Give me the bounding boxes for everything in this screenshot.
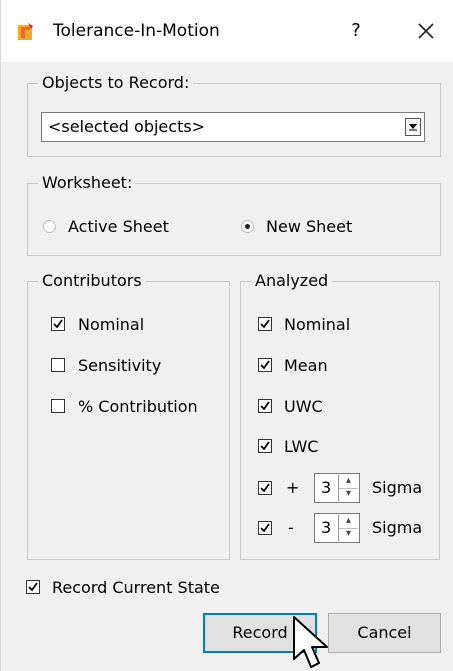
contributors-sensitivity-label[interactable]: Sensitivity (78, 356, 161, 376)
contributors-nominal-checkbox[interactable] (51, 317, 65, 331)
objects-to-record-legend: Objects to Record: (38, 73, 194, 93)
objects-combo[interactable]: <selected objects> (41, 112, 425, 142)
analyzed-uwc-checkbox[interactable] (258, 399, 272, 413)
contributors-contribution-checkbox[interactable] (51, 399, 65, 413)
analyzed-lwc-checkbox[interactable] (258, 439, 272, 453)
chevron-down-icon (409, 124, 417, 131)
close-button[interactable] (409, 16, 443, 46)
tolerance-app-icon (18, 23, 33, 40)
record-current-state-label[interactable]: Record Current State (52, 578, 220, 598)
cancel-button[interactable]: Cancel (328, 613, 441, 653)
checkmark-icon (260, 483, 270, 493)
plus-sigma-value[interactable]: 3 (321, 478, 331, 498)
record-current-state-checkbox[interactable] (26, 580, 40, 594)
mouse-pointer-icon (293, 616, 328, 668)
analyzed-nominal-checkbox[interactable] (258, 317, 272, 331)
plus-sigma-label: Sigma (372, 478, 423, 497)
contributors-sensitivity-checkbox[interactable] (51, 358, 65, 372)
analyzed-uwc-label[interactable]: UWC (284, 397, 323, 417)
contributors-contribution-label[interactable]: % Contribution (78, 397, 198, 417)
active-sheet-radio[interactable] (43, 220, 56, 233)
analyzed-lwc-label[interactable]: LWC (284, 437, 318, 457)
checkmark-icon (260, 319, 270, 329)
checkmark-icon (260, 441, 270, 451)
analyzed-mean-checkbox[interactable] (258, 358, 272, 372)
checkmark-icon (260, 523, 270, 533)
minus-sigma-spin-buttons: ▴ ▾ (338, 515, 358, 541)
plus-sigma-spin-buttons: ▴ ▾ (338, 475, 358, 501)
title-bar: Tolerance-In-Motion ? (1, 0, 453, 62)
checkmark-icon (53, 319, 63, 329)
minus-sigma-value[interactable]: 3 (321, 518, 331, 538)
minus-sigma-checkbox[interactable] (258, 521, 272, 535)
contributors-legend: Contributors (38, 271, 146, 291)
analyzed-nominal-label[interactable]: Nominal (284, 315, 350, 335)
minus-sign-label: - (288, 518, 294, 537)
analyzed-legend: Analyzed (251, 271, 333, 291)
new-sheet-label[interactable]: New Sheet (266, 217, 352, 237)
active-sheet-label[interactable]: Active Sheet (68, 217, 169, 237)
new-sheet-radio[interactable] (241, 220, 254, 233)
close-icon (418, 23, 434, 39)
minus-sigma-label: Sigma (372, 518, 423, 537)
checkmark-icon (28, 582, 38, 592)
spin-down-icon[interactable]: ▾ (339, 488, 358, 501)
help-button[interactable]: ? (341, 16, 371, 46)
plus-sign-label: + (286, 478, 300, 497)
checkmark-icon (260, 360, 270, 370)
window-title: Tolerance-In-Motion (53, 21, 220, 41)
plus-sigma-stepper[interactable]: 3 ▴ ▾ (314, 473, 360, 503)
spin-up-icon[interactable]: ▴ (339, 475, 358, 489)
checkmark-icon (260, 401, 270, 411)
worksheet-legend: Worksheet: (38, 173, 137, 193)
minus-sigma-stepper[interactable]: 3 ▴ ▾ (314, 513, 360, 543)
plus-sigma-checkbox[interactable] (258, 481, 272, 495)
analyzed-mean-label[interactable]: Mean (284, 356, 328, 376)
spin-up-icon[interactable]: ▴ (339, 515, 358, 529)
combo-dropdown-button[interactable] (405, 118, 421, 136)
tolerance-in-motion-dialog: Tolerance-In-Motion ? Objects to Record:… (0, 0, 453, 671)
objects-combo-value: <selected objects> (48, 117, 206, 136)
contributors-nominal-label[interactable]: Nominal (78, 315, 144, 335)
spin-down-icon[interactable]: ▾ (339, 528, 358, 541)
